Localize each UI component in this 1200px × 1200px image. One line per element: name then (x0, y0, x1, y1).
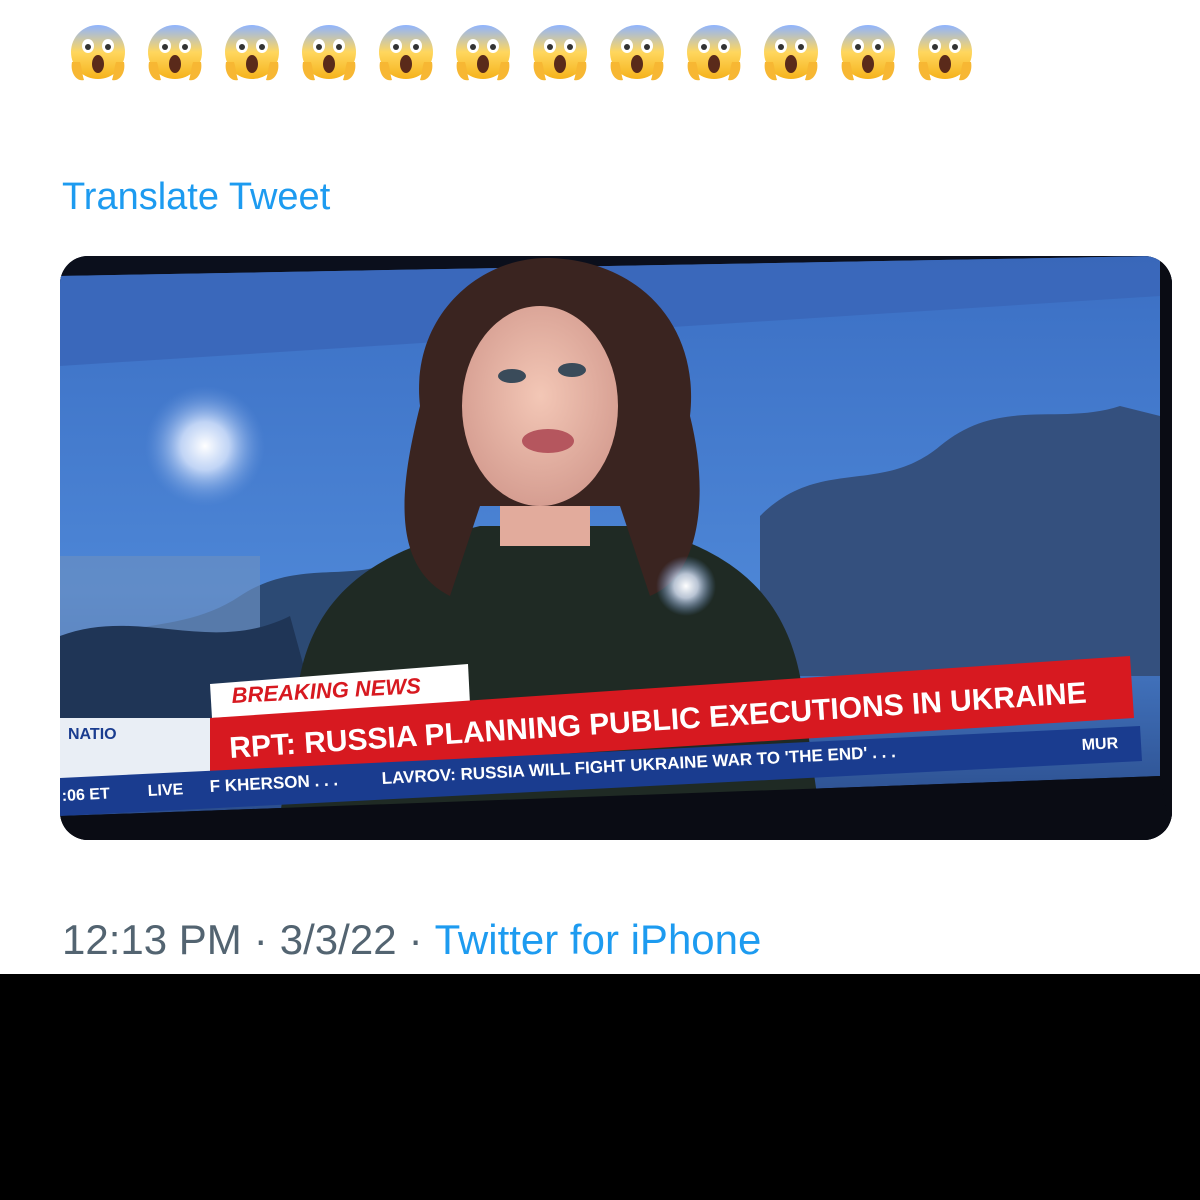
face-screaming-in-fear-icon (759, 22, 823, 86)
tweet-meta: 12:13 PM · 3/3/22 · Twitter for iPhone (62, 916, 761, 964)
live-label: LIVE (147, 781, 184, 800)
tweet-media-image[interactable]: BREAKING NEWS RPT: RUSSIA PLANNING PUBLI… (60, 256, 1172, 840)
meta-separator: · (408, 916, 423, 963)
emoji-row (66, 22, 977, 86)
clock-text: :06 ET (61, 785, 110, 805)
face-screaming-in-fear-icon (451, 22, 515, 86)
meta-separator: · (253, 916, 268, 963)
face-screaming-in-fear-icon (836, 22, 900, 86)
face-screaming-in-fear-icon (66, 22, 130, 86)
black-bottom-band (0, 974, 1200, 1200)
face-screaming-in-fear-icon (605, 22, 669, 86)
network-logo: NATIO (68, 726, 117, 743)
ticker-item-3: MUR (1081, 735, 1119, 754)
face-screaming-in-fear-icon (297, 22, 361, 86)
translate-tweet-link[interactable]: Translate Tweet (62, 176, 330, 219)
face-screaming-in-fear-icon (682, 22, 746, 86)
face-screaming-in-fear-icon (143, 22, 207, 86)
tweet-source-link[interactable]: Twitter for iPhone (435, 916, 762, 964)
face-screaming-in-fear-icon (913, 22, 977, 86)
face-screaming-in-fear-icon (220, 22, 284, 86)
face-screaming-in-fear-icon (528, 22, 592, 86)
tv-broadcast-photo: BREAKING NEWS RPT: RUSSIA PLANNING PUBLI… (60, 256, 1172, 840)
tweet-time[interactable]: 12:13 PM (62, 916, 242, 964)
tweet-date[interactable]: 3/3/22 (280, 916, 397, 964)
face-screaming-in-fear-icon (374, 22, 438, 86)
